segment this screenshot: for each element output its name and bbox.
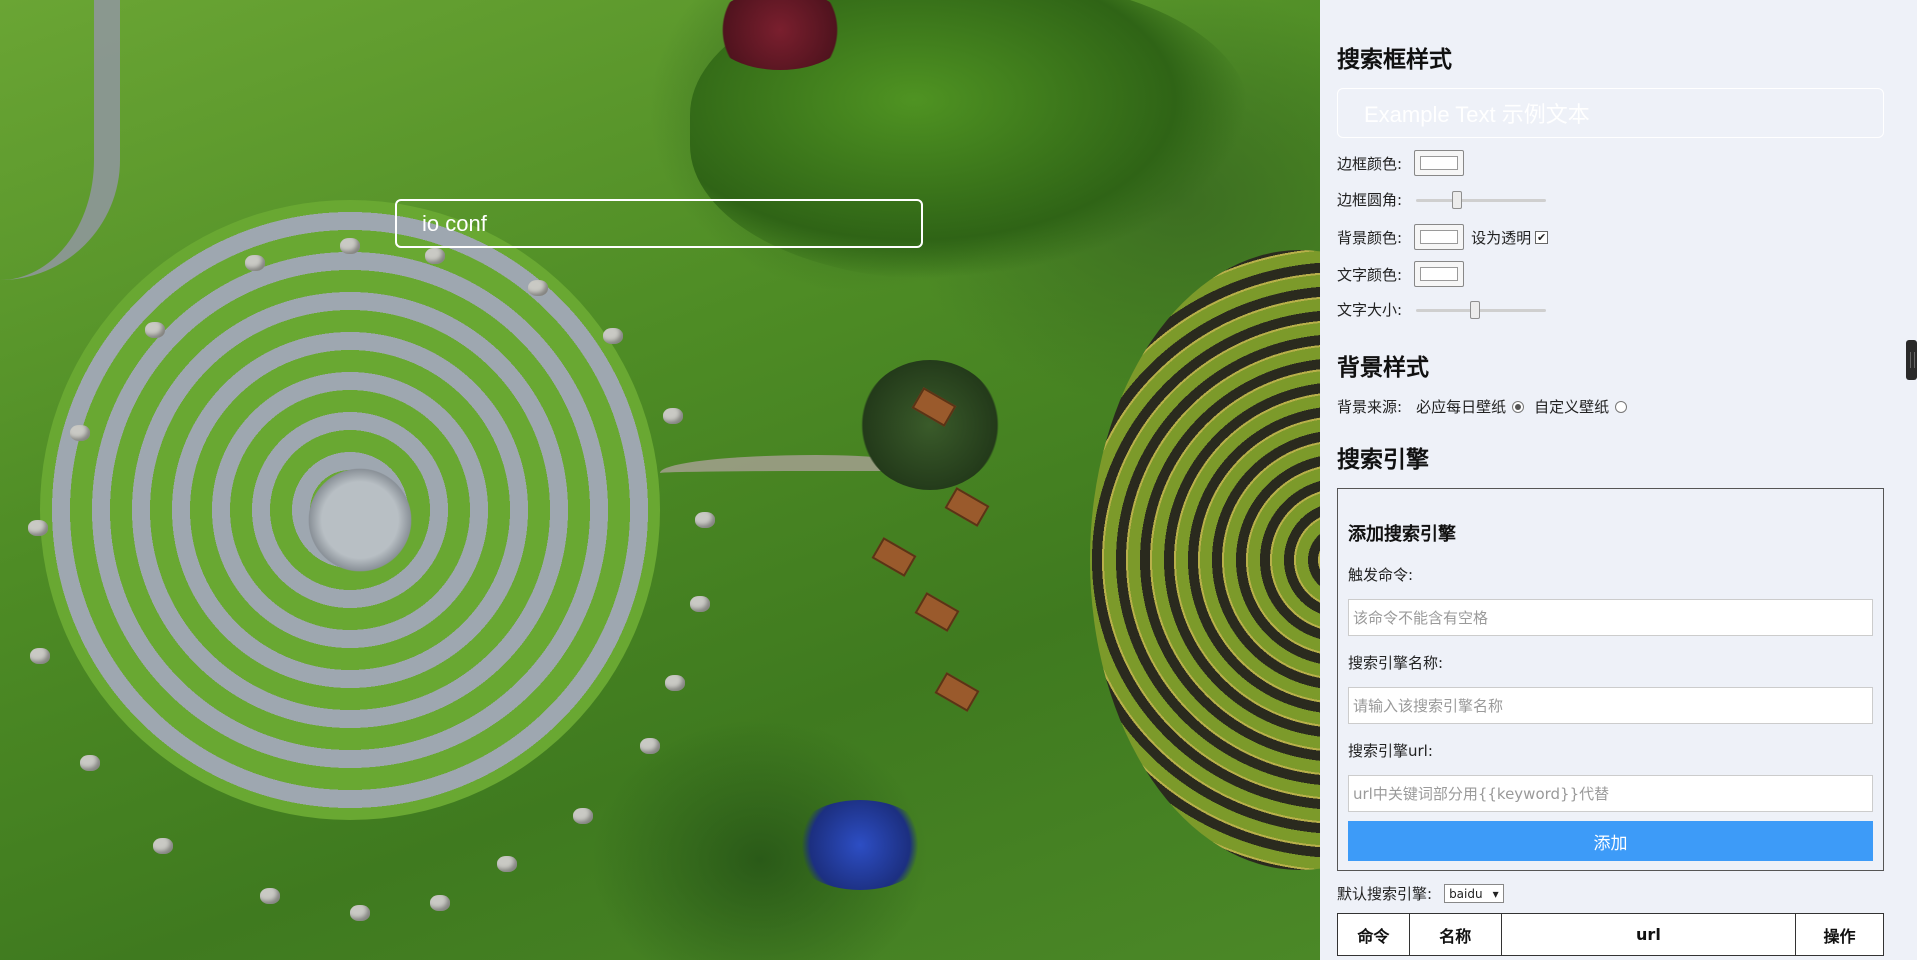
- header-url: url: [1500, 913, 1797, 956]
- dropdown-arrow-icon: ▾: [1492, 886, 1499, 901]
- transparent-checkbox[interactable]: ✔: [1535, 230, 1549, 244]
- hedge-maze: [1090, 250, 1320, 870]
- rock: [690, 596, 710, 612]
- search-engine-title: 搜索引擎: [1337, 447, 1429, 473]
- header-actions: 操作: [1795, 913, 1884, 956]
- text-color-picker[interactable]: [1414, 261, 1465, 287]
- flower-bed: [790, 800, 930, 890]
- dark-tree: [860, 360, 1000, 490]
- background-source-row: 背景来源: 必应每日壁纸 自定义壁纸: [1337, 396, 1628, 417]
- table-header-row: 命令 名称 url 操作: [1337, 913, 1884, 956]
- bench: [934, 672, 980, 712]
- background-source-label: 背景来源:: [1337, 398, 1403, 416]
- add-engine-button[interactable]: 添加: [1348, 821, 1873, 861]
- bg-color-label: 背景颜色:: [1337, 228, 1403, 247]
- bg-color-picker[interactable]: [1414, 224, 1465, 250]
- rock: [640, 738, 660, 754]
- default-engine-label: 默认搜索引擎:: [1337, 885, 1433, 903]
- bg-color-row: 背景颜色: 设为透明 ✔: [1337, 224, 1549, 250]
- rock: [245, 255, 265, 271]
- engine-url-input[interactable]: [1348, 775, 1873, 812]
- rock: [695, 512, 715, 528]
- text-color-label: 文字颜色:: [1337, 265, 1403, 284]
- rock: [30, 648, 50, 664]
- rock: [603, 328, 623, 344]
- background-style-title: 背景样式: [1337, 355, 1429, 381]
- border-color-label: 边框颜色:: [1337, 154, 1403, 173]
- transparent-label: 设为透明: [1471, 228, 1532, 247]
- rock: [70, 425, 90, 441]
- border-color-row: 边框颜色:: [1337, 150, 1465, 176]
- engine-url-label: 搜索引擎url:: [1348, 742, 1433, 760]
- header-command: 命令: [1337, 913, 1410, 956]
- search-style-title: 搜索框样式: [1337, 47, 1452, 73]
- engine-table: 命令 名称 url 操作: [1337, 913, 1884, 956]
- rock: [340, 238, 360, 254]
- footpath: [0, 0, 120, 280]
- rock: [28, 520, 48, 536]
- border-radius-row: 边框圆角:: [1337, 189, 1547, 210]
- slider-track: [1416, 308, 1547, 312]
- bench: [914, 592, 960, 632]
- default-engine-select[interactable]: baidu ▾: [1444, 884, 1504, 903]
- rock: [663, 408, 683, 424]
- search-box: [395, 199, 923, 248]
- default-engine-row: 默认搜索引擎: baidu ▾: [1337, 883, 1504, 904]
- header-name: 名称: [1408, 913, 1502, 956]
- bench: [944, 487, 990, 527]
- rock: [80, 755, 100, 771]
- settings-panel: 搜索框样式 Example Text 示例文本 边框颜色: 边框圆角: 背景颜色…: [1320, 0, 1917, 960]
- command-label: 触发命令:: [1348, 566, 1414, 584]
- background-wallpaper: [0, 0, 1320, 960]
- default-engine-value: baidu: [1449, 886, 1483, 901]
- slider-thumb[interactable]: [1452, 190, 1463, 209]
- border-color-picker[interactable]: [1414, 150, 1465, 176]
- custom-wallpaper-label: 自定义壁纸: [1534, 398, 1610, 416]
- rock: [350, 905, 370, 921]
- scrollbar-thumb[interactable]: [1906, 340, 1917, 380]
- border-radius-slider[interactable]: [1416, 190, 1547, 210]
- text-size-row: 文字大小:: [1337, 299, 1547, 320]
- rock: [497, 856, 517, 872]
- preview-text: Example Text 示例文本: [1364, 102, 1590, 127]
- search-box-preview: Example Text 示例文本: [1337, 88, 1884, 138]
- scrollbar[interactable]: [1906, 0, 1917, 960]
- search-input[interactable]: [395, 199, 923, 248]
- rock: [153, 838, 173, 854]
- slider-track: [1416, 198, 1547, 202]
- labyrinth-center: [300, 460, 420, 580]
- engine-name-input[interactable]: [1348, 687, 1873, 724]
- border-radius-label: 边框圆角:: [1337, 191, 1403, 209]
- bing-wallpaper-radio[interactable]: [1512, 400, 1525, 413]
- rock: [665, 675, 685, 691]
- slider-thumb[interactable]: [1470, 300, 1481, 319]
- rock: [573, 808, 593, 824]
- bench: [871, 537, 917, 577]
- add-engine-form: 添加搜索引擎 触发命令: 搜索引擎名称: 搜索引擎url: 添加: [1337, 488, 1884, 871]
- rock: [430, 895, 450, 911]
- rock: [260, 888, 280, 904]
- text-color-row: 文字颜色:: [1337, 261, 1465, 287]
- engine-name-label: 搜索引擎名称:: [1348, 654, 1444, 672]
- add-engine-title: 添加搜索引擎: [1348, 524, 1456, 545]
- text-size-label: 文字大小:: [1337, 301, 1403, 319]
- rock: [145, 322, 165, 338]
- rock: [528, 280, 548, 296]
- rock: [425, 248, 445, 264]
- command-input[interactable]: [1348, 599, 1873, 636]
- custom-wallpaper-radio[interactable]: [1615, 400, 1628, 413]
- bing-wallpaper-label: 必应每日壁纸: [1416, 398, 1507, 416]
- text-size-slider[interactable]: [1416, 300, 1547, 320]
